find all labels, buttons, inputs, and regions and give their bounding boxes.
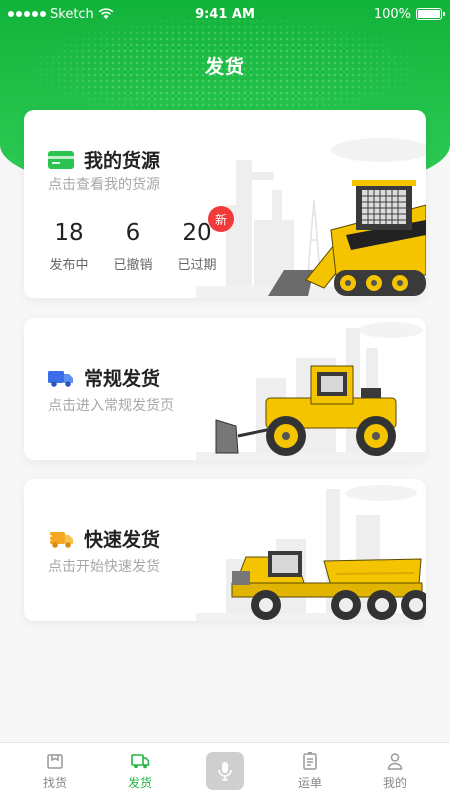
- tab-label: 我的: [382, 776, 407, 790]
- card-title: 常规发货: [84, 368, 161, 390]
- stat-label: 已过期: [177, 258, 217, 273]
- stat-revoked[interactable]: 6 已撤销: [112, 218, 154, 273]
- stat-value: 20: [182, 220, 212, 246]
- document-icon: [303, 752, 317, 770]
- fast-shipping-card[interactable]: 快速发货 点击开始快速发货: [24, 479, 426, 621]
- battery-status: 100%: [373, 6, 445, 22]
- tab-label: 找货: [42, 776, 67, 790]
- stat-value: 6: [125, 220, 141, 246]
- stat-label: 发布中: [49, 258, 89, 273]
- tab-label: 运单: [297, 776, 322, 790]
- cargo-stats: 18 发布中 6 已撤销 20 已过期 新: [48, 206, 234, 273]
- voice-button[interactable]: [206, 752, 244, 790]
- card-title-row: 快速发货: [48, 525, 160, 552]
- tab-find-cargo[interactable]: 找货: [20, 751, 90, 791]
- tab-label: 发货: [127, 776, 152, 790]
- skid-steer-loader-illustration: [196, 138, 426, 298]
- fast-truck-icon: [48, 531, 73, 548]
- stat-published[interactable]: 18 发布中: [48, 218, 90, 273]
- stat-value: 18: [54, 220, 84, 246]
- tab-mine[interactable]: 我的: [360, 751, 430, 791]
- stat-label: 已撤销: [113, 258, 153, 273]
- card-title: 我的货源: [84, 150, 161, 172]
- stat-expired[interactable]: 20 已过期 新: [176, 206, 234, 273]
- tab-waybill[interactable]: 运单: [275, 751, 345, 791]
- dump-truck-illustration: [196, 485, 426, 621]
- new-badge: 新: [208, 206, 234, 232]
- box-icon: [47, 754, 63, 769]
- truck-icon: [48, 370, 73, 387]
- mic-icon: [218, 762, 232, 781]
- card-subtitle: 点击开始快速发货: [48, 559, 160, 575]
- card-title-row: 我的货源: [48, 146, 160, 173]
- card-subtitle: 点击进入常规发货页: [48, 398, 174, 414]
- status-bar: Sketch 9:41 AM 100%: [0, 0, 450, 28]
- card-icon: [48, 150, 74, 169]
- regular-shipping-card[interactable]: 常规发货 点击进入常规发货页: [24, 318, 426, 460]
- card-title-row: 常规发货: [48, 364, 160, 391]
- card-subtitle: 点击查看我的货源: [48, 177, 160, 193]
- card-title: 快速发货: [84, 529, 161, 551]
- page-title: 发货: [204, 56, 245, 78]
- tab-ship[interactable]: 发货: [105, 751, 175, 791]
- user-icon: [387, 753, 403, 770]
- truck-icon: [131, 754, 150, 769]
- battery-percent: 100%: [373, 6, 411, 22]
- my-cargo-card[interactable]: 我的货源 点击查看我的货源 18 发布中 6 已撤销 20 已过期 新: [24, 110, 426, 298]
- battery-icon: [416, 8, 445, 20]
- bulldozer-illustration: [196, 322, 426, 460]
